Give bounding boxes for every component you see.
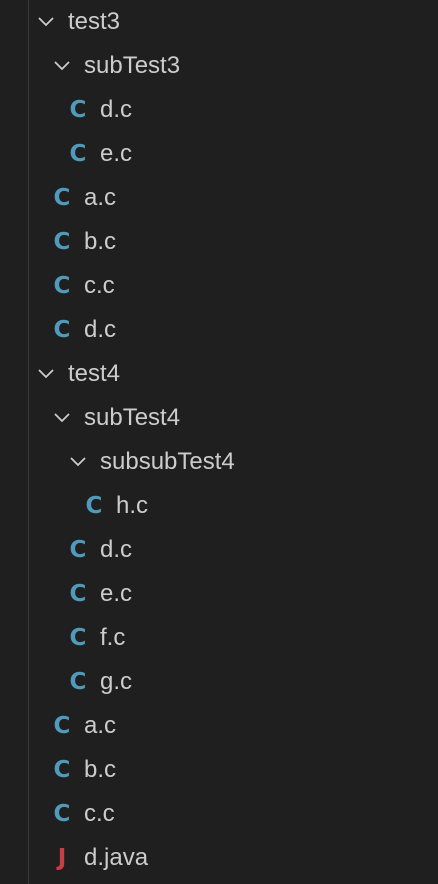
tree-file-row[interactable]: Ca.c [0, 176, 438, 220]
tree-folder-row[interactable]: test3 [0, 0, 438, 44]
tree-item-label: f.c [100, 624, 126, 651]
tree-folder-row[interactable]: subTest3 [0, 44, 438, 88]
c-file-icon: C [85, 493, 103, 519]
tree-item-label: c.c [84, 800, 115, 827]
c-file-icon: C [53, 273, 71, 299]
c-file-icon: C [53, 185, 71, 211]
c-file-icon: C [69, 141, 87, 167]
file-explorer: test3 subTest3 Cd.c Ce.c Ca.c Cb.c Cc.c Cd.c tes… [0, 0, 438, 884]
tree-item-label: a.c [84, 184, 117, 211]
tree-file-row[interactable]: Cb.c [0, 748, 438, 792]
tree-item-label: c.c [84, 272, 115, 299]
file-tree: test3 subTest3 Cd.c Ce.c Ca.c Cb.c Cc.c Cd.c tes… [0, 0, 438, 880]
tree-item-label: subTest4 [84, 404, 181, 431]
tree-item-label: d.c [100, 96, 133, 123]
chevron-down-icon [36, 360, 56, 388]
tree-file-row[interactable]: Cb.c [0, 220, 438, 264]
tree-item-label: e.c [100, 580, 133, 607]
tree-file-row[interactable]: Cd.c [0, 88, 438, 132]
tree-item-label: d.c [100, 536, 133, 563]
tree-item-label: b.c [84, 756, 117, 783]
java-file-icon: J [57, 845, 67, 871]
tree-item-label: b.c [84, 228, 117, 255]
tree-file-row[interactable]: Cf.c [0, 616, 438, 660]
tree-item-label: test3 [68, 8, 121, 35]
tree-item-label: g.c [100, 668, 133, 695]
tree-file-row[interactable]: Cg.c [0, 660, 438, 704]
tree-file-row[interactable]: Ce.c [0, 132, 438, 176]
c-file-icon: C [69, 537, 87, 563]
tree-file-row[interactable]: Cd.c [0, 308, 438, 352]
chevron-down-icon [52, 52, 72, 80]
c-file-icon: C [69, 669, 87, 695]
c-file-icon: C [53, 229, 71, 255]
c-file-icon: C [53, 317, 71, 343]
tree-item-label: test4 [68, 360, 121, 387]
tree-file-row[interactable]: Cc.c [0, 792, 438, 836]
tree-item-label: subsubTest4 [100, 448, 235, 475]
tree-file-row[interactable]: Cd.c [0, 528, 438, 572]
tree-item-label: d.c [84, 316, 117, 343]
tree-item-label: h.c [116, 492, 149, 519]
c-file-icon: C [69, 97, 87, 123]
c-file-icon: C [53, 801, 71, 827]
tree-file-row[interactable]: Ch.c [0, 484, 438, 528]
tree-folder-row[interactable]: test4 [0, 352, 438, 396]
c-file-icon: C [69, 581, 87, 607]
tree-item-label: e.c [100, 140, 133, 167]
tree-file-row[interactable]: Cc.c [0, 264, 438, 308]
tree-folder-row[interactable]: subsubTest4 [0, 440, 438, 484]
c-file-icon: C [69, 625, 87, 651]
chevron-down-icon [68, 448, 88, 476]
tree-folder-row[interactable]: subTest4 [0, 396, 438, 440]
c-file-icon: C [53, 757, 71, 783]
chevron-down-icon [52, 404, 72, 432]
tree-file-row[interactable]: Jd.java [0, 836, 438, 880]
tree-item-label: d.java [84, 844, 149, 871]
tree-item-label: subTest3 [84, 52, 181, 79]
c-file-icon: C [53, 713, 71, 739]
tree-file-row[interactable]: Ce.c [0, 572, 438, 616]
tree-file-row[interactable]: Ca.c [0, 704, 438, 748]
chevron-down-icon [36, 8, 56, 36]
tree-item-label: a.c [84, 712, 117, 739]
